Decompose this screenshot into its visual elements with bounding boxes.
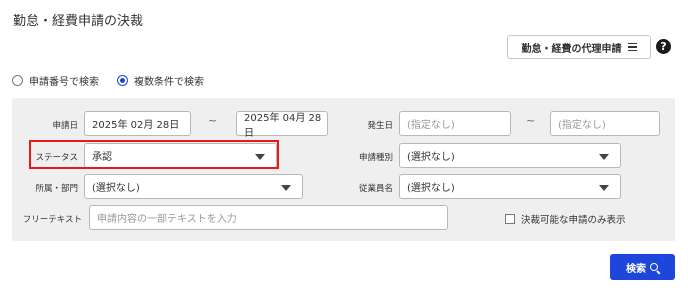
- approvable-only-toggle[interactable]: 決裁可能な申請のみ表示: [505, 212, 626, 226]
- radio-unselected-icon[interactable]: [12, 75, 23, 86]
- help-icon[interactable]: ?: [656, 39, 671, 54]
- free-text-input[interactable]: 申請内容の一部テキストを入力: [89, 205, 448, 230]
- page-title: 勤怠・経費申請の決裁: [13, 14, 144, 29]
- radio-application-number[interactable]: 申請番号で検索: [12, 73, 99, 88]
- radio-multiple-conditions[interactable]: 複数条件で検索: [117, 73, 204, 88]
- occurrence-date-label: 発生日: [367, 121, 393, 131]
- checkbox-icon[interactable]: [505, 214, 515, 224]
- proxy-button-label: 勤怠・経費の代理申請: [521, 43, 622, 55]
- free-text-label: フリーテキスト: [22, 215, 82, 225]
- application-date-from-input[interactable]: 2025年 02月 28日: [84, 111, 191, 136]
- occurrence-date-from-input[interactable]: (指定なし): [399, 111, 511, 136]
- application-type-label: 申請種別: [358, 153, 393, 163]
- date-range-separator: ~: [208, 114, 218, 127]
- search-button-label: 検索: [626, 263, 646, 275]
- occurrence-date-to-input[interactable]: (指定なし): [550, 111, 660, 136]
- application-date-label: 申請日: [52, 121, 78, 131]
- radio-label: 申請番号で検索: [29, 77, 99, 88]
- search-button[interactable]: 検索: [610, 254, 675, 280]
- employee-name-value: (選択なし): [407, 183, 455, 194]
- list-icon: [627, 42, 637, 52]
- proxy-application-button[interactable]: 勤怠・経費の代理申請: [507, 35, 651, 59]
- application-date-to-input[interactable]: 2025年 04月 28日: [236, 111, 328, 139]
- dropdown-caret-icon: [599, 154, 609, 160]
- employee-name-select[interactable]: (選択なし): [399, 174, 621, 199]
- occurrence-range-separator: ~: [526, 114, 536, 127]
- dropdown-caret-icon: [599, 185, 609, 191]
- checkbox-label: 決裁可能な申請のみ表示: [521, 215, 626, 226]
- application-type-value: (選択なし): [407, 152, 455, 163]
- search-icon: [650, 262, 659, 272]
- department-select-value: (選択なし): [92, 183, 140, 194]
- department-label: 所属・部門: [35, 184, 78, 194]
- radio-label: 複数条件で検索: [134, 77, 204, 88]
- department-select[interactable]: (選択なし): [84, 174, 303, 199]
- application-type-select[interactable]: (選択なし): [399, 143, 621, 168]
- employee-name-label: 従業員名: [358, 184, 393, 194]
- status-highlight-box: [29, 140, 279, 169]
- radio-selected-icon[interactable]: [117, 75, 128, 86]
- dropdown-caret-icon: [281, 185, 291, 191]
